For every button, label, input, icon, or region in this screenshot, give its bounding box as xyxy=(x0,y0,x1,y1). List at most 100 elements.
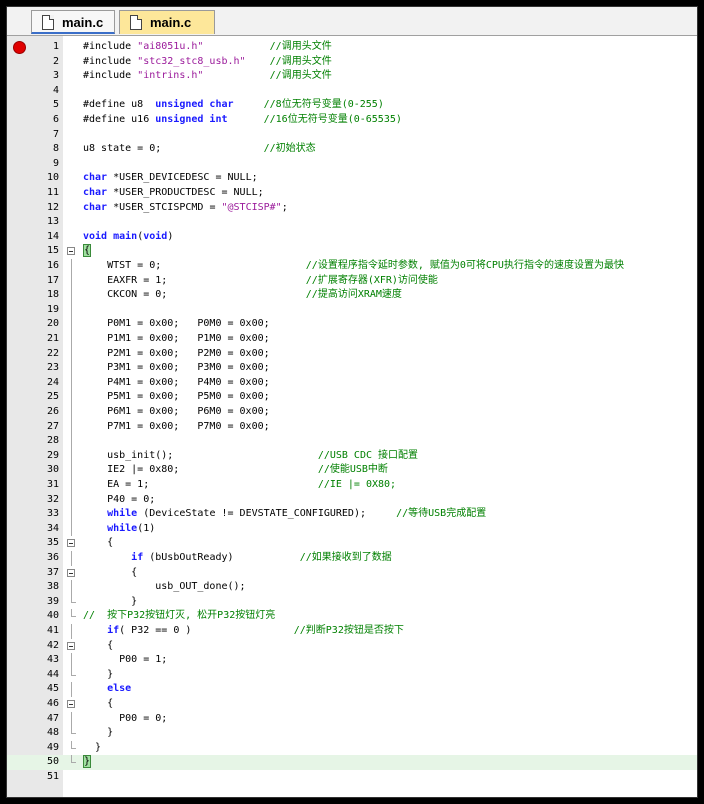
code-line[interactable]: 25 P5M1 = 0x00; P5M0 = 0x00; xyxy=(7,390,697,405)
code-line[interactable]: 2 #include "stc32_stc8_usb.h" //调用头文件 xyxy=(7,55,697,70)
code-line[interactable]: 40 // 按下P32按钮灯灭, 松开P32按钮灯亮 xyxy=(7,609,697,624)
fold-guide-line-mark xyxy=(71,492,72,508)
code-line[interactable]: 17 EAXFR = 1; //扩展寄存器(XFR)访问使能 xyxy=(7,273,697,289)
code-line[interactable]: 8 u8 state = 0; //初始状态 xyxy=(7,142,697,157)
code-line[interactable]: 34 while(1) xyxy=(7,521,697,537)
code-line[interactable]: 10 char *USER_DEVICEDESC = NULL; xyxy=(7,171,697,186)
code-line[interactable]: 28 xyxy=(7,434,697,449)
code-token: { xyxy=(83,698,114,709)
fold-guide-line-mark xyxy=(71,390,72,405)
code-line[interactable]: 22 P2M1 = 0x00; P2M0 = 0x00; xyxy=(7,346,697,362)
code-line[interactable]: 43 P00 = 1; xyxy=(7,653,697,668)
code-line[interactable]: 20 P0M1 = 0x00; P0M0 = 0x00; xyxy=(7,317,697,332)
code-line[interactable]: 19 xyxy=(7,302,697,318)
fold-end-marker-mark xyxy=(71,594,76,603)
line-number: 19 xyxy=(46,303,59,315)
code-keyword: while xyxy=(107,522,138,534)
code-line[interactable]: 47 P00 = 0; xyxy=(7,711,697,727)
code-line[interactable]: 48 } xyxy=(7,726,697,741)
fold-guide-line xyxy=(67,259,77,274)
code-line[interactable]: 9 xyxy=(7,157,697,172)
code-line[interactable]: 3 #include "intrins.h" //调用头文件 xyxy=(7,69,697,84)
line-number: 41 xyxy=(46,625,59,636)
code-line[interactable]: 21 P1M1 = 0x00; P1M0 = 0x00; xyxy=(7,332,697,347)
code-text: char *USER_DEVICEDESC = NULL; xyxy=(83,171,258,186)
code-line[interactable]: 6 #define u16 unsigned int //16位无符号变量(0-6… xyxy=(7,113,697,128)
line-number: 12 xyxy=(46,201,59,213)
code-token: usb_init(); xyxy=(83,449,174,461)
code-line[interactable]: 7 xyxy=(7,128,697,143)
code-line[interactable]: 41 if( P32 == 0 ) //判断P32按钮是否按下 xyxy=(7,624,697,639)
code-line[interactable]: 23 P3M1 = 0x00; P3M0 = 0x00; xyxy=(7,361,697,376)
fold-collapse-icon-mark xyxy=(67,700,75,708)
code-line[interactable]: 13 xyxy=(7,215,697,230)
line-number: 18 xyxy=(46,289,59,301)
fold-collapse-icon-mark xyxy=(67,568,75,577)
code-line[interactable]: 33 while (DeviceState != DEVSTATE_CONFIG… xyxy=(7,507,697,522)
code-line[interactable]: 1 #include "ai8051u.h" //调用头文件 xyxy=(7,40,697,55)
code-line[interactable]: 39 } xyxy=(7,594,697,610)
code-line[interactable]: 32 P40 = 0; xyxy=(7,492,697,508)
code-line[interactable]: 16 WTST = 0; //设置程序指令延时参数, 赋值为0可将CPU执行指令… xyxy=(7,259,697,274)
fold-collapse-icon[interactable] xyxy=(67,639,77,654)
fold-collapse-icon[interactable] xyxy=(67,536,77,551)
code-editor[interactable]: 1 #include "ai8051u.h" //调用头文件 2 #include "… xyxy=(7,36,697,797)
fold-end-marker-mark xyxy=(71,740,76,749)
fold-end-marker xyxy=(67,755,77,770)
tab-main-c-1[interactable]: main.c xyxy=(31,10,115,34)
fold-guide-line-mark xyxy=(71,463,72,478)
code-text: { xyxy=(83,639,113,654)
code-line[interactable]: 50} xyxy=(7,755,697,770)
code-line[interactable]: 45 else xyxy=(7,682,697,697)
code-line[interactable]: 26 P6M1 = 0x00; P6M0 = 0x00; xyxy=(7,405,697,420)
code-line[interactable]: 12 char *USER_STCISPCMD = "@STCISP#"; xyxy=(7,201,697,216)
code-line[interactable]: 27 P7M1 = 0x00; P7M0 = 0x00; xyxy=(7,419,697,435)
code-text: usb_init(); //USB CDC 接口配置 xyxy=(83,449,418,464)
code-token: #include xyxy=(83,55,138,67)
code-line[interactable]: 51 xyxy=(7,770,697,785)
code-line[interactable]: 30 IE2 |= 0x80; //使能USB中断 xyxy=(7,463,697,478)
fold-collapse-icon-mark xyxy=(67,539,75,548)
code-line[interactable]: 49 } xyxy=(7,740,697,756)
fold-guide-line-mark xyxy=(71,653,72,668)
line-number: 33 xyxy=(46,508,59,520)
code-line[interactable]: 14 void main(void) xyxy=(7,230,697,245)
code-line[interactable]: 42 { xyxy=(7,639,697,654)
code-token: EA = 1; xyxy=(83,479,150,490)
code-line[interactable]: 24 P4M1 = 0x00; P4M0 = 0x00; xyxy=(7,375,697,391)
fold-guide-line-mark xyxy=(71,521,72,537)
code-line[interactable]: 38 usb_OUT_done(); xyxy=(7,580,697,595)
line-number: 51 xyxy=(46,771,59,782)
code-token: P2M1 = 0x00; P2M0 = 0x00; xyxy=(83,347,270,359)
code-line[interactable]: 44 } xyxy=(7,667,697,683)
code-line[interactable]: 4 xyxy=(7,84,697,99)
fold-guide-line xyxy=(67,361,77,376)
code-line[interactable]: 35 { xyxy=(7,536,697,551)
fold-collapse-icon[interactable] xyxy=(67,697,77,712)
code-line[interactable]: 29 usb_init(); //USB CDC 接口配置 xyxy=(7,448,697,464)
code-line[interactable]: 37 { xyxy=(7,566,697,581)
fold-collapse-icon[interactable] xyxy=(67,566,77,581)
code-line[interactable]: 5 #define u8 unsigned char //8位无符号变量(0-25… xyxy=(7,98,697,113)
fold-guide-line-mark xyxy=(71,288,72,303)
fold-guide-line xyxy=(67,317,77,332)
fold-guide-line xyxy=(67,332,77,347)
code-line[interactable]: 18 CKCON = 0; //提高访问XRAM速度 xyxy=(7,288,697,303)
code-comment: //使能USB中断 xyxy=(317,464,388,476)
code-line[interactable]: 36 if (bUsbOutReady) //如果接收到了数据 xyxy=(7,551,697,566)
code-line[interactable]: 15 { xyxy=(7,244,697,259)
fold-collapse-icon[interactable] xyxy=(67,244,77,259)
code-line[interactable]: 46 { xyxy=(7,697,697,712)
fold-guide-line xyxy=(67,463,77,478)
code-token: IE2 |= 0x80; xyxy=(83,464,180,476)
code-line[interactable]: 31 EA = 1; //IE |= 0X80; xyxy=(7,478,697,493)
code-token: usb_OUT_done(); xyxy=(83,581,246,593)
code-line[interactable]: 11 char *USER_PRODUCTDESC = NULL; xyxy=(7,186,697,201)
code-comment: //设置程序指令延时参数, 赋值为0可将CPU执行指令的速度设置为最快 xyxy=(305,260,624,271)
tab-main-c-2[interactable]: main.c xyxy=(119,10,215,34)
